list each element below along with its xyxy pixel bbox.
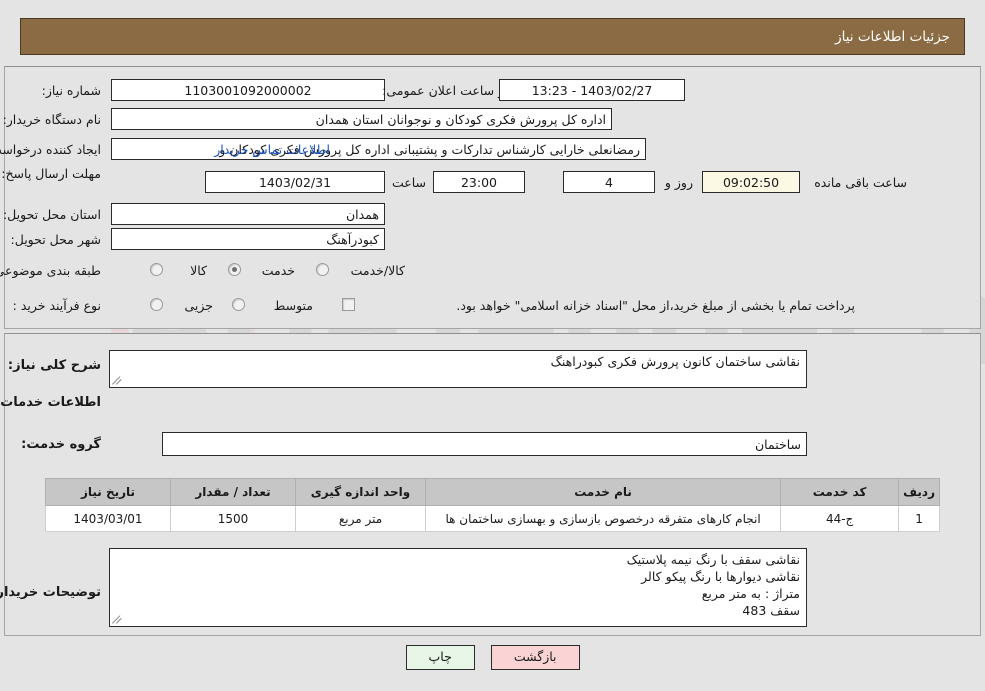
back-button[interactable]: بازگشت <box>490 645 580 670</box>
purchase-type-option-motavaset-label: متوسط <box>273 298 313 313</box>
print-button[interactable]: چاپ <box>405 645 475 670</box>
deadline-days: 4 <box>563 171 655 193</box>
th-code: کد خدمت <box>780 478 900 506</box>
table-header-row: ردیف کد خدمت نام خدمت واحد اندازه گیری ت… <box>45 478 940 506</box>
cell-unit: متر مربع <box>295 505 426 532</box>
treasury-bonds-label: پرداخت تمام یا بخشی از مبلغ خرید،از محل … <box>456 298 855 313</box>
buyer-note-line: نقاشی سقف با رنگ نیمه پلاستیک <box>626 552 800 567</box>
delivery-province-label: استان محل تحویل: <box>2 207 101 222</box>
requester-value: رمضانعلی خارایی کارشناس تدارکات و پشتیبا… <box>111 138 646 160</box>
requester-label: ایجاد کننده درخواست: <box>0 142 101 157</box>
services-section-title: اطلاعات خدمات مورد نیاز <box>0 395 101 410</box>
delivery-province-value: همدان <box>111 203 385 225</box>
category-radio-kala[interactable] <box>150 263 163 276</box>
page-root: AriaTender.net جزئیات اطلاعات نیاز شماره… <box>0 0 985 691</box>
deadline-label: مهلت ارسال پاسخ: تا تاریخ: <box>0 166 101 181</box>
service-group-value: ساختمان <box>162 432 807 456</box>
th-qty: تعداد / مقدار <box>170 478 296 506</box>
purchase-type-radio-motavaset[interactable] <box>232 298 245 311</box>
category-radio-khedmat[interactable] <box>228 263 241 276</box>
general-desc-value: نقاشی ساختمان کانون پرورش فکری کبودراهنگ <box>109 350 807 388</box>
buyer-org-label: نام دستگاه خریدار: <box>2 112 101 127</box>
buyer-note-line: نقاشی دیوارها با رنگ پیکو کالر <box>641 568 800 584</box>
general-desc-resize-handle[interactable] <box>112 374 124 386</box>
cell-date: 1403/03/01 <box>45 505 171 532</box>
buyer-notes-label: توضیحات خریدار: <box>0 585 101 600</box>
need-number-value: 1103001092000002 <box>111 79 385 101</box>
need-number-label: شماره نیاز: <box>41 83 101 98</box>
page-title-bar: جزئیات اطلاعات نیاز <box>20 18 965 55</box>
cell-code: ج-44 <box>780 505 900 532</box>
th-date: تاریخ نیاز <box>45 478 171 506</box>
delivery-city-value: کبودرآهنگ <box>111 228 385 250</box>
deadline-days-label: روز و <box>664 175 693 190</box>
cell-name: انجام کارهای متفرقه درخصوص بازسازی و بهس… <box>424 505 782 532</box>
cell-row: 1 <box>898 505 940 532</box>
services-table: ردیف کد خدمت نام خدمت واحد اندازه گیری ت… <box>45 478 940 532</box>
announcement-value: 1403/02/27 - 13:23 <box>499 79 685 101</box>
buyer-contact-link[interactable]: اطلاعات تماس خریدار <box>214 142 330 157</box>
purchase-type-radio-jozi[interactable] <box>150 298 163 311</box>
deadline-time-label: ساعت <box>391 175 426 190</box>
deadline-time: 23:00 <box>433 171 525 193</box>
delivery-city-label: شهر محل تحویل: <box>10 232 101 247</box>
deadline-date: 1403/02/31 <box>205 171 385 193</box>
deadline-countdown-label: ساعت باقی مانده <box>814 175 907 190</box>
general-desc-label: شرح کلی نیاز: <box>7 358 101 373</box>
category-option-kala-label: کالا <box>190 263 207 278</box>
th-unit: واحد اندازه گیری <box>295 478 426 506</box>
top-info-panel <box>4 66 981 329</box>
buyer-note-line: متراژ : به متر مربع <box>701 585 800 601</box>
buyer-notes-resize-handle[interactable] <box>112 613 124 625</box>
category-label: طبقه بندی موضوعی: <box>0 263 101 278</box>
th-name: نام خدمت <box>424 478 782 506</box>
deadline-countdown: 09:02:50 <box>702 171 800 193</box>
page-title: جزئیات اطلاعات نیاز <box>835 28 950 45</box>
buyer-org-value: اداره کل پرورش فکری کودکان و نوجوانان اس… <box>111 108 612 130</box>
treasury-bonds-checkbox[interactable] <box>342 298 355 311</box>
category-option-kala-khedmat-label: کالا/خدمت <box>350 263 405 278</box>
th-row: ردیف <box>898 478 940 506</box>
service-group-label: گروه خدمت: <box>21 437 101 452</box>
category-option-khedmat-label: خدمت <box>261 263 295 278</box>
category-radio-kala-khedmat[interactable] <box>316 263 329 276</box>
purchase-type-option-jozi-label: جزیی <box>184 298 213 313</box>
purchase-type-label: نوع فرآیند خرید : <box>12 298 101 313</box>
buyer-notes-value: نقاشی سقف با رنگ نیمه پلاستیک نقاشی دیوا… <box>109 548 807 627</box>
buyer-note-line: سقف 483 <box>742 602 800 618</box>
cell-qty: 1500 <box>170 505 296 532</box>
table-row: 1 ج-44 انجام کارهای متفرقه درخصوص بازساز… <box>45 505 940 532</box>
footer-button-row: بازگشت چاپ <box>0 645 985 670</box>
